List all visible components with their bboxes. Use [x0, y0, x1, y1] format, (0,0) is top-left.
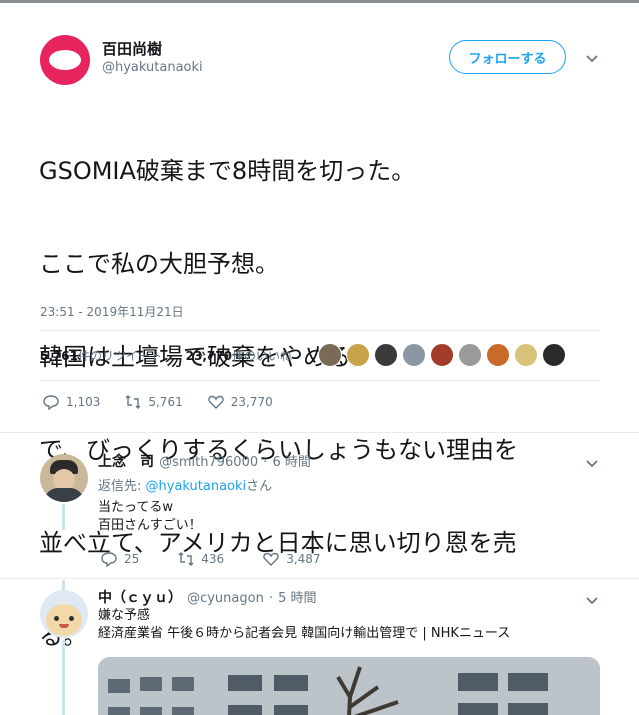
reply-icon — [43, 395, 59, 411]
chevron-down-icon[interactable] — [585, 592, 599, 611]
engagement-stats: 5,761件のリツイート 23,770件のいいね — [40, 347, 292, 364]
liker-avatar[interactable] — [402, 343, 426, 367]
reply-actions: 25 436 3,487 — [100, 550, 321, 568]
tweet-line: GSOMIA破棄まで8時間を切った。 — [39, 157, 416, 185]
avatar[interactable] — [40, 35, 90, 85]
like-count: 3,487 — [286, 552, 321, 566]
liker-avatar[interactable] — [542, 343, 566, 367]
like-action[interactable]: 23,770 — [207, 393, 273, 411]
liker-avatar[interactable] — [318, 343, 342, 367]
avatar[interactable] — [40, 454, 88, 502]
link-card-image[interactable] — [98, 657, 600, 715]
chevron-down-icon[interactable] — [585, 50, 599, 69]
reply-action[interactable]: 1,103 — [42, 393, 100, 411]
tweet-line: ここで私の大胆予想。 — [39, 250, 279, 278]
liker-avatar[interactable] — [346, 343, 370, 367]
liker-avatar[interactable] — [458, 343, 482, 367]
display-name[interactable]: 百田尚樹 — [102, 38, 162, 59]
heart-icon — [207, 395, 224, 409]
reply-to-mention[interactable]: @hyakutanaoki — [146, 479, 247, 494]
reply-line: 当たってるw — [98, 500, 173, 515]
like-count-label[interactable]: 件のいいね — [232, 349, 292, 363]
retweet-count: 5,761 — [148, 395, 183, 409]
liker-avatar[interactable] — [514, 343, 538, 367]
reply-to: 返信先: @hyakutanaokiさん — [98, 475, 272, 494]
separator-dot: · — [268, 591, 274, 606]
reply-time[interactable]: 5 時間 — [278, 591, 316, 606]
user-handle[interactable]: @hyakutanaoki — [102, 60, 203, 75]
reply-line: 嫌な予感 — [98, 608, 151, 623]
chevron-down-icon[interactable] — [585, 455, 599, 474]
tweet-timestamp[interactable]: 23:51 - 2019年11月21日 — [40, 303, 184, 320]
display-name[interactable]: 上念 司 — [98, 454, 154, 470]
divider — [40, 380, 600, 381]
reply-time[interactable]: 6 時間 — [272, 455, 310, 470]
reply-text: 当たってるw 百田さんすごい！ — [98, 499, 202, 535]
liker-avatar[interactable] — [486, 343, 510, 367]
liker-avatar[interactable] — [430, 343, 454, 367]
divider — [0, 578, 639, 579]
user-handle[interactable]: @cyunagon — [187, 591, 264, 606]
thread-line — [62, 580, 65, 590]
retweet-icon — [178, 552, 194, 566]
liker-avatar[interactable] — [374, 343, 398, 367]
follow-button[interactable]: フォローする — [449, 40, 566, 74]
like-action[interactable]: 3,487 — [262, 550, 321, 568]
display-name[interactable]: 中（ｃｙｕ） — [98, 590, 182, 606]
separator-dot: · — [263, 455, 268, 470]
retweet-count[interactable]: 5,761 — [40, 349, 78, 363]
reply-icon — [101, 552, 117, 568]
reply-count: 25 — [124, 552, 140, 566]
reply-to-suffix: さん — [246, 479, 273, 494]
top-border — [0, 0, 639, 3]
thread-line — [62, 504, 65, 530]
reply-action[interactable]: 25 — [100, 550, 139, 568]
reply-header: 中（ｃｙｕ） @cyunagon · 5 時間 — [98, 587, 317, 607]
user-handle[interactable]: @smith796000 — [159, 455, 258, 470]
thread-line — [62, 640, 65, 715]
retweet-action[interactable]: 5,761 — [124, 393, 183, 411]
retweet-count-label[interactable]: 件のリツイート — [78, 349, 162, 363]
retweet-icon — [125, 395, 141, 409]
retweet-action[interactable]: 436 — [177, 550, 224, 568]
heart-icon — [263, 552, 279, 566]
reply-line[interactable]: 経済産業省 午後６時から記者会見 韓国向け輸出管理で | NHKニュース — [98, 625, 510, 643]
reply-text: 嫌な予感 経済産業省 午後６時から記者会見 韓国向け輸出管理で | NHKニュー… — [98, 607, 510, 643]
reply-line: 百田さんすごい！ — [98, 518, 202, 533]
like-count[interactable]: 23,770 — [186, 349, 232, 363]
like-count: 23,770 — [230, 395, 273, 409]
divider — [40, 330, 600, 331]
tweet-actions: 1,103 5,761 23,770 — [42, 393, 273, 411]
retweet-count: 436 — [201, 552, 225, 566]
reply-to-prefix: 返信先: — [98, 479, 146, 494]
divider — [0, 432, 639, 433]
reply-count: 1,103 — [66, 395, 101, 409]
reply-header: 上念 司 @smith796000 · 6 時間 — [98, 451, 311, 471]
likers-avatars — [318, 343, 566, 367]
avatar[interactable] — [40, 590, 88, 638]
